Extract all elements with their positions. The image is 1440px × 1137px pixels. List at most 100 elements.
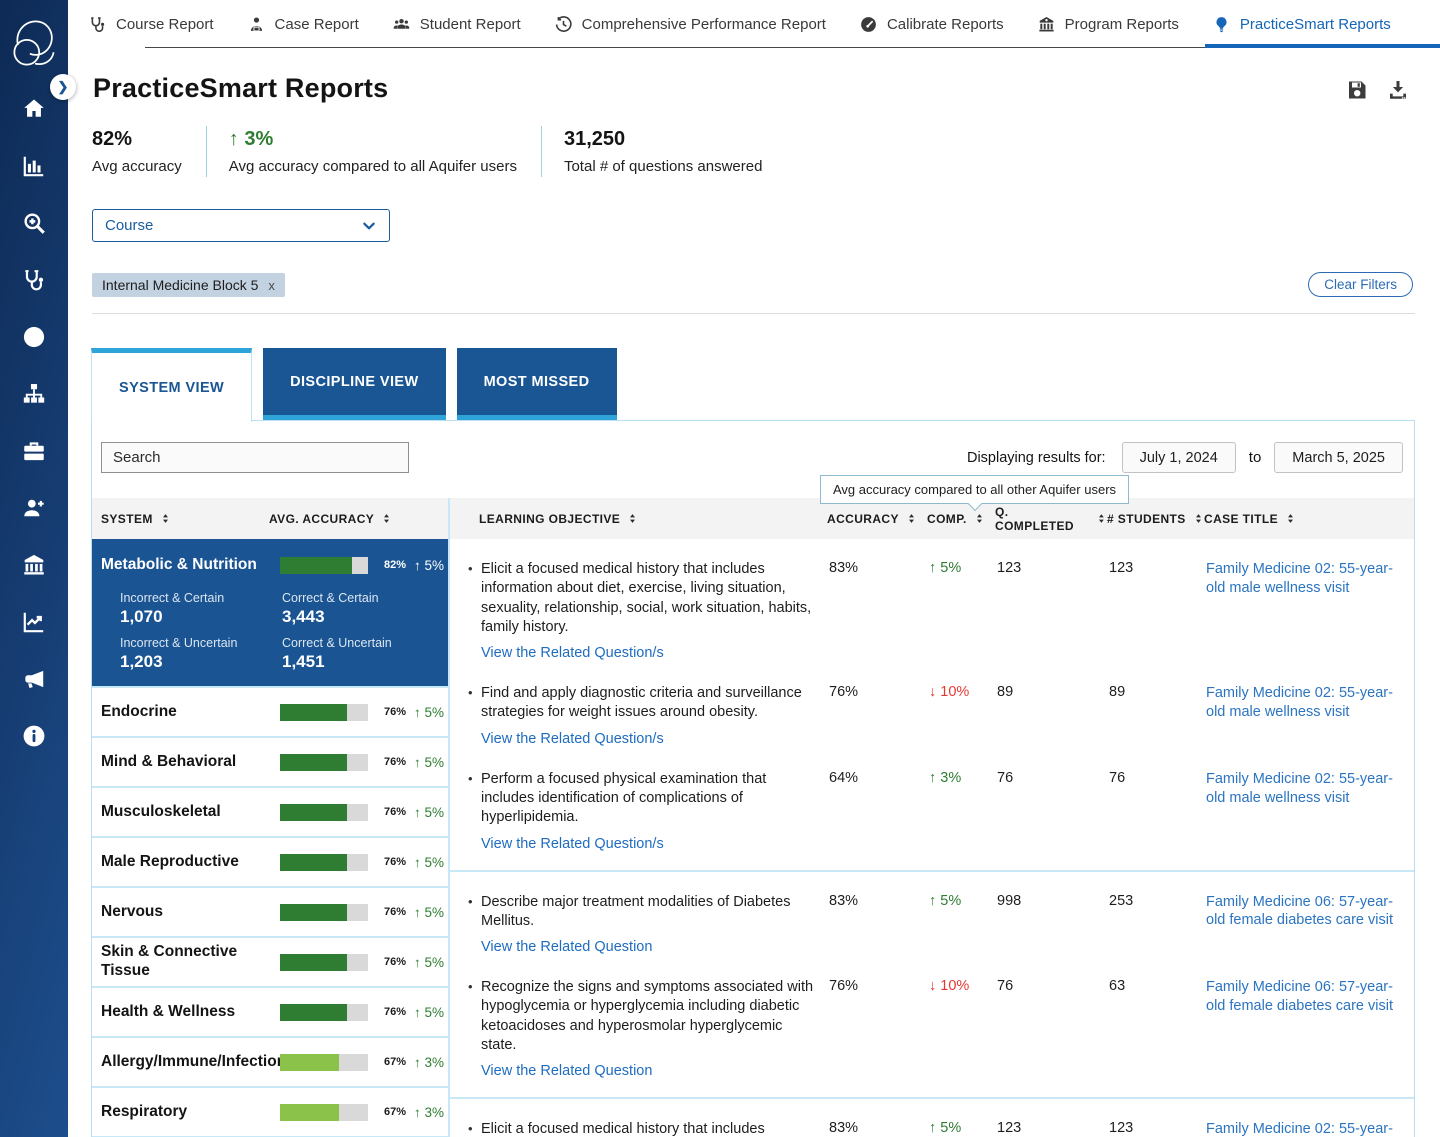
column-header-case-title[interactable]: Case Title: [1204, 512, 1414, 526]
stat-value: ↑ 3%: [229, 128, 517, 151]
detail-value: 1,203: [120, 652, 282, 672]
case-title-link[interactable]: Family Medicine 06: 57-year-old female d…: [1206, 979, 1393, 1014]
date-to-button[interactable]: March 5, 2025: [1274, 442, 1403, 473]
megaphone-icon[interactable]: [21, 666, 47, 692]
person-add-icon[interactable]: [21, 495, 47, 521]
view-related-question-link[interactable]: View the Related Question: [481, 1063, 652, 1079]
nav-divider: [145, 47, 1205, 48]
system-row-health-wellness[interactable]: Health & Wellness76%↑ 5%: [92, 988, 448, 1038]
nav-item-calibrate-reports[interactable]: Calibrate Reports: [859, 15, 1004, 34]
view-related-question-link[interactable]: View the Related Question/s: [481, 836, 664, 852]
case-title-link[interactable]: Family Medicine 02: 55-year-old male wel…: [1206, 685, 1393, 720]
sitemap-icon[interactable]: [21, 381, 47, 407]
nav-item-label: PracticeSmart Reports: [1240, 16, 1391, 33]
column-header-system[interactable]: System: [101, 512, 269, 526]
nav-item-student-report[interactable]: Student Report: [392, 15, 521, 34]
comparison-value: ↑ 5%: [414, 705, 448, 720]
history-icon: [554, 15, 573, 34]
objective-text: Elicit a focused medical history that in…: [481, 560, 821, 637]
accuracy-value: 76%: [374, 806, 408, 818]
case-title-link[interactable]: Family Medicine 02: 55-year-old male wel…: [1206, 1121, 1393, 1137]
nav-item-course-report[interactable]: Course Report: [88, 15, 214, 34]
accuracy-value: 76%: [374, 706, 408, 718]
case-title-link[interactable]: Family Medicine 02: 55-year-old male wel…: [1206, 771, 1393, 806]
course-select-label: Course: [105, 217, 153, 234]
sort-icon: [1193, 512, 1204, 525]
system-row-male-reproductive[interactable]: Male Reproductive76%↑ 5%: [92, 838, 448, 888]
column-header-avg-accuracy[interactable]: Avg. Accuracy: [269, 512, 448, 526]
institution-icon[interactable]: [21, 552, 47, 578]
nav-item-practicesmart-reports[interactable]: PracticeSmart Reports: [1212, 15, 1391, 34]
download-icon[interactable]: [1386, 78, 1410, 102]
tab-most-missed[interactable]: MOST MISSED: [457, 348, 617, 420]
view-related-question-link[interactable]: View the Related Question: [481, 939, 652, 955]
home-icon[interactable]: [21, 96, 47, 122]
nav-item-case-report[interactable]: Case Report: [247, 15, 359, 34]
top-nav: Course Report Case Report Student Report Co…: [68, 0, 1440, 48]
column-header-accuracy[interactable]: Accuracy: [827, 512, 927, 526]
column-header-label: Case Title: [1204, 512, 1278, 526]
lightbulb-icon: [1212, 15, 1231, 34]
objective-cell: •Describe major treatment modalities of …: [450, 893, 829, 957]
column-header-students[interactable]: # Students: [1107, 512, 1204, 526]
nav-item-label: Student Report: [420, 16, 521, 33]
trend-chart-icon[interactable]: [21, 609, 47, 635]
clear-filters-button[interactable]: Clear Filters: [1308, 272, 1413, 297]
comparison-value: ↑ 5%: [414, 1005, 448, 1020]
stat-label: Avg accuracy compared to all Aquifer use…: [229, 158, 517, 175]
system-row-skin-connective-tissue[interactable]: Skin & Connective Tissue76%↑ 5%: [92, 938, 448, 988]
sidebar-expand-button[interactable]: ❯: [50, 74, 76, 100]
system-row-endocrine[interactable]: Endocrine76%↑ 5%: [92, 688, 448, 738]
info-icon[interactable]: [21, 723, 47, 749]
objective-row: •Describe major treatment modalities of …: [450, 882, 1414, 968]
column-header-comp[interactable]: Comp.: [927, 512, 995, 526]
nav-item-program-reports[interactable]: Program Reports: [1037, 15, 1179, 34]
system-row-metabolic-nutrition[interactable]: Metabolic & Nutrition82%↑ 5%Incorrect & …: [92, 539, 448, 688]
accuracy-bar: [280, 1004, 368, 1021]
students-cell: 76: [1109, 770, 1206, 853]
detail-value: 1,451: [282, 652, 448, 672]
students-cell: 123: [1109, 560, 1206, 662]
system-row-respiratory[interactable]: Respiratory67%↑ 3%: [92, 1088, 448, 1137]
column-header-label: Comp.: [927, 512, 967, 526]
detail-value: 3,443: [282, 607, 448, 627]
gauge-icon[interactable]: [21, 324, 47, 350]
objective-cell: •Perform a focused physical examination …: [450, 770, 829, 853]
tab-system-view[interactable]: SYSTEM VIEW: [91, 348, 252, 422]
save-icon[interactable]: [1345, 78, 1369, 102]
view-related-question-link[interactable]: View the Related Question/s: [481, 645, 664, 661]
date-from-button[interactable]: July 1, 2024: [1122, 442, 1236, 473]
search-input[interactable]: [101, 442, 409, 473]
system-row-nervous[interactable]: Nervous76%↑ 5%: [92, 888, 448, 938]
system-row-musculoskeletal[interactable]: Musculoskeletal76%↑ 5%: [92, 788, 448, 838]
objective-group-1: •Elicit a focused medical history that i…: [450, 539, 1414, 872]
column-header-q-completed[interactable]: Q. Completed: [995, 505, 1107, 533]
objective-text: Recognize the signs and symptoms associa…: [481, 978, 821, 1055]
system-list: Metabolic & Nutrition82%↑ 5%Incorrect & …: [92, 539, 448, 1137]
system-row-allergy-immune-infection[interactable]: Allergy/Immune/Infection67%↑ 3%: [92, 1038, 448, 1088]
stat-value: 82%: [92, 128, 182, 151]
sort-icon: [1285, 512, 1296, 525]
briefcase-icon[interactable]: [21, 438, 47, 464]
column-header-label: Accuracy: [827, 512, 899, 526]
search-plus-icon[interactable]: [21, 210, 47, 236]
course-filter-select[interactable]: Course: [92, 209, 390, 242]
detail-incorrect-uncertain: Incorrect & Uncertain1,203: [120, 636, 282, 672]
column-header-label: Avg. Accuracy: [269, 512, 374, 526]
nav-item-comprehensive-performance-report[interactable]: Comprehensive Performance Report: [554, 15, 826, 34]
table-header: SystemAvg. Accuracy Learning ObjectiveAc…: [92, 498, 1414, 539]
tab-discipline-view[interactable]: DISCIPLINE VIEW: [263, 348, 445, 420]
stethoscope-icon[interactable]: [21, 267, 47, 293]
column-header-learning-objective[interactable]: Learning Objective: [448, 512, 827, 526]
accuracy-bar: [280, 557, 368, 574]
students-cell: 123: [1109, 1120, 1206, 1137]
detail-label: Correct & Certain: [282, 591, 448, 605]
case-title-link[interactable]: Family Medicine 02: 55-year-old male wel…: [1206, 561, 1393, 596]
sort-icon: [160, 512, 171, 525]
view-related-question-link[interactable]: View the Related Question/s: [481, 731, 664, 747]
bar-chart-icon[interactable]: [21, 153, 47, 179]
case-title-link[interactable]: Family Medicine 06: 57-year-old female d…: [1206, 894, 1393, 929]
filter-chip-remove[interactable]: x: [268, 278, 275, 293]
summary-stat-avg-accuracy: 82%Avg accuracy: [92, 126, 207, 177]
system-row-mind-behavioral[interactable]: Mind & Behavioral76%↑ 5%: [92, 738, 448, 788]
